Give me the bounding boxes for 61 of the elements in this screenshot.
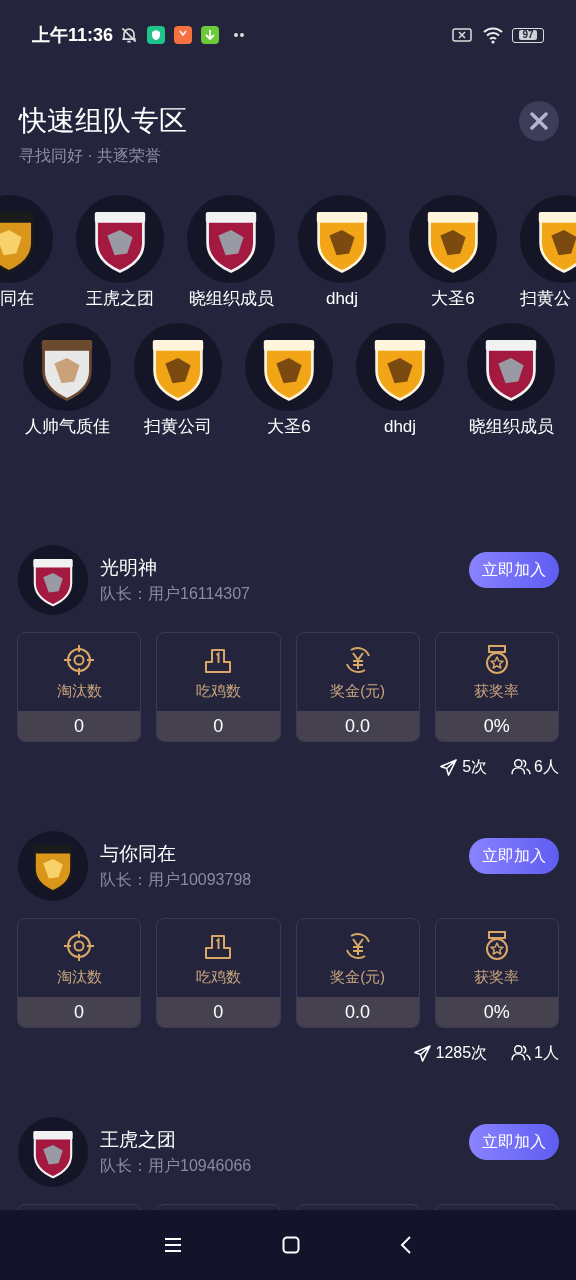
stat-label: 奖金(元): [330, 680, 386, 701]
page-title: 快速组队专区: [19, 104, 187, 138]
team-name: 同在: [0, 288, 34, 310]
join-button[interactable]: 立即加入: [469, 838, 559, 874]
stat-label: 吃鸡数: [195, 966, 241, 987]
stat-value: 0.0: [345, 1000, 371, 1024]
bag-app-icon: [174, 26, 193, 44]
menu-icon: [164, 1237, 182, 1253]
download-app-icon: [201, 26, 220, 44]
stat-value: 0%: [483, 714, 510, 738]
stat-label: 获奖率: [474, 680, 520, 701]
home-square-icon: [282, 1236, 300, 1254]
send-icon: [439, 757, 459, 777]
close-button[interactable]: [519, 101, 559, 141]
stat-label: 奖金(元): [330, 966, 386, 987]
more-dots-icon: [233, 32, 246, 38]
team-title: 王虎之团: [100, 1128, 177, 1152]
stat-value: 0: [74, 714, 85, 738]
play-count: 5次: [462, 757, 488, 777]
team-name: 扫黄公司: [144, 416, 212, 438]
join-button[interactable]: 立即加入: [469, 1124, 559, 1160]
stat-value: 0: [213, 714, 224, 738]
no-sim-icon: [452, 28, 472, 42]
captain-label: 队长：用户10093798: [100, 870, 253, 890]
team-name: dhdj: [383, 416, 417, 438]
team-name: 王虎之团: [86, 288, 154, 310]
people-icon: [511, 1044, 532, 1062]
captain-label: 队长：用户10946066: [100, 1156, 253, 1176]
stat-value: 0.0: [345, 714, 371, 738]
team-name: 大圣6: [267, 416, 311, 438]
team-name: 大圣6: [431, 288, 475, 310]
captain-label: 队长：用户16114307: [100, 584, 251, 604]
team-name: dhdj: [325, 288, 359, 310]
team-name: 扫黄公: [520, 288, 571, 310]
stat-value: 0: [213, 1000, 224, 1024]
crosshair-icon: [63, 929, 96, 962]
stat-label: 淘汰数: [56, 680, 102, 701]
team-name: 晓组织成员: [188, 288, 274, 310]
back-icon: [400, 1236, 412, 1254]
stat-value: 0: [74, 1000, 85, 1024]
join-button[interactable]: 立即加入: [469, 552, 559, 588]
stat-value: 0%: [483, 1000, 510, 1024]
stat-label: 获奖率: [474, 966, 520, 987]
people-icon: [511, 758, 532, 776]
status-time: 上午11:36: [32, 23, 114, 47]
page-subtitle: 寻找同好 · 共逐荣誉: [19, 146, 163, 166]
team-title: 光明神: [100, 556, 158, 580]
play-count: 1285次: [435, 1043, 488, 1063]
stat-label: 吃鸡数: [195, 680, 241, 701]
member-count: 6人: [534, 757, 559, 777]
member-count: 1人: [534, 1043, 559, 1063]
shield-app-icon: [147, 26, 166, 44]
wifi-icon: [482, 26, 504, 44]
team-title: 与你同在: [100, 842, 177, 866]
crosshair-icon: [63, 643, 96, 676]
send-icon: [412, 1043, 432, 1063]
battery-level: 97: [519, 30, 537, 40]
stat-label: 淘汰数: [56, 966, 102, 987]
team-name: 人帅气质佳: [24, 416, 110, 438]
close-icon: [530, 112, 548, 130]
team-name: 晓组织成员: [468, 416, 554, 438]
